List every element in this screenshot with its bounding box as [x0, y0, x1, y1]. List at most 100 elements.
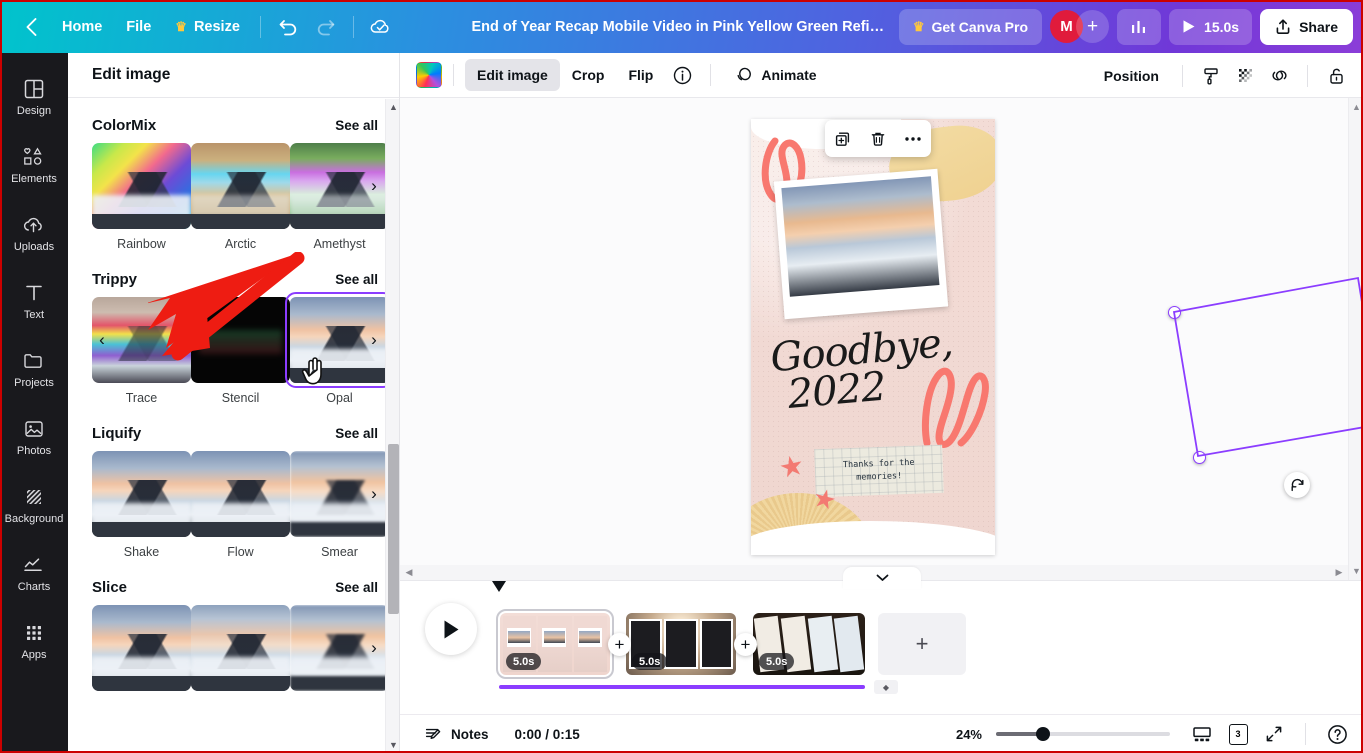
sidebar-item-text[interactable]: Text: [0, 267, 68, 335]
fullscreen-button[interactable]: [1258, 718, 1290, 750]
toolbar-divider-2: [352, 15, 354, 38]
resize-button[interactable]: ♛ Resize: [163, 10, 252, 44]
animate-button[interactable]: Animate: [722, 59, 828, 91]
sidebar-item-uploads[interactable]: Uploads: [0, 199, 68, 267]
filter-card-stencil[interactable]: Stencil: [191, 297, 290, 405]
see-all-colormix[interactable]: See all: [335, 118, 378, 133]
sidebar-item-photos[interactable]: Photos: [0, 403, 68, 471]
timeline-collapse-button[interactable]: [843, 567, 921, 589]
notes-button[interactable]: Notes: [414, 719, 499, 749]
filter-card-rainbow[interactable]: Rainbow: [92, 143, 191, 251]
timeline-progress-bar[interactable]: [499, 685, 865, 689]
get-canva-pro-button[interactable]: ♛ Get Canva Pro: [898, 8, 1043, 45]
see-all-liquify[interactable]: See all: [335, 426, 378, 441]
apps-grid-icon: [27, 625, 41, 640]
undo-button[interactable]: [269, 10, 307, 44]
canvas-vertical-scrollbar[interactable]: ▲ ▼: [1348, 98, 1363, 580]
timeline-scene-2[interactable]: 5.0s: [626, 613, 736, 675]
carousel-next-colormix[interactable]: ›: [362, 174, 386, 198]
canvas-scroll-down-arrow[interactable]: ▼: [1349, 564, 1363, 578]
duplicate-button[interactable]: [829, 125, 857, 153]
filter-card-slice-2[interactable]: [191, 605, 290, 691]
link-button[interactable]: [1262, 60, 1296, 92]
selection-handle-top-left[interactable]: [1168, 306, 1181, 319]
filter-card-shake[interactable]: Shake: [92, 451, 191, 559]
carousel-next-slice[interactable]: ›: [362, 636, 386, 660]
lock-button[interactable]: [1319, 60, 1353, 92]
delete-button[interactable]: [864, 125, 892, 153]
carousel-next-liquify[interactable]: ›: [362, 482, 386, 506]
see-all-slice[interactable]: See all: [335, 580, 378, 595]
sidebar-item-elements[interactable]: Elements: [0, 131, 68, 199]
zoom-slider[interactable]: [996, 727, 1170, 741]
add-collaborator-button[interactable]: +: [1076, 10, 1110, 43]
carousel-next-trippy[interactable]: ›: [362, 328, 386, 352]
filter-card-flow[interactable]: Flow: [191, 451, 290, 559]
panel-scrollbar[interactable]: ▲ ▼: [385, 99, 400, 753]
color-swatch-icon[interactable]: [416, 62, 442, 88]
paint-roller-button[interactable]: [1194, 60, 1228, 92]
share-button[interactable]: Share: [1260, 8, 1353, 45]
help-circle-icon: [1327, 724, 1347, 744]
sidebar-item-design[interactable]: Design: [0, 63, 68, 131]
panel-scroll-body[interactable]: ColorMix See all Rainbow Arctic Amethyst: [68, 99, 400, 753]
carousel-prev-trippy[interactable]: ‹: [90, 328, 114, 352]
sidebar-item-charts[interactable]: Charts: [0, 539, 68, 607]
headline-text[interactable]: Goodbye, 2022: [769, 320, 967, 439]
statusbar-divider: [1305, 723, 1306, 745]
chevron-left-icon: [26, 17, 36, 36]
filter-card-arctic[interactable]: Arctic: [191, 143, 290, 251]
canvas-scroll-up-arrow[interactable]: ▲: [1349, 100, 1363, 114]
play-button[interactable]: [425, 603, 477, 655]
section-header: Slice See all: [92, 569, 400, 605]
canvas-area[interactable]: Goodbye, 2022 Thanks for the memories! ★…: [400, 98, 1363, 580]
transparency-button[interactable]: [1228, 60, 1262, 92]
redo-button[interactable]: [307, 10, 345, 44]
position-button[interactable]: Position: [1092, 60, 1171, 92]
bar-chart-icon: [1132, 20, 1146, 33]
polaroid-photo-frame[interactable]: [773, 168, 949, 320]
sidebar-item-apps[interactable]: Apps: [0, 607, 68, 675]
info-button[interactable]: [665, 59, 699, 91]
insights-button[interactable]: [1117, 8, 1162, 45]
back-button[interactable]: [12, 10, 50, 44]
flip-button[interactable]: Flip: [616, 59, 665, 91]
sidebar-item-background[interactable]: Background: [0, 471, 68, 539]
timeline-resize-handle[interactable]: ◆: [874, 680, 898, 694]
canvas-scroll-right-arrow[interactable]: ▶: [1332, 565, 1346, 580]
see-all-trippy[interactable]: See all: [335, 272, 378, 287]
timeline-scene-1[interactable]: 5.0s: [496, 609, 614, 679]
add-scene-button[interactable]: +: [878, 613, 966, 675]
animate-icon: [737, 67, 752, 81]
text-t-icon: [26, 285, 42, 300]
selection-handle-bottom-left[interactable]: [1193, 451, 1206, 464]
presenter-view-button[interactable]: [1186, 718, 1218, 750]
page-count-button[interactable]: 3: [1222, 718, 1254, 750]
rotate-handle[interactable]: [1284, 472, 1310, 498]
cloud-saved-button[interactable]: [362, 10, 400, 44]
file-menu-button[interactable]: File: [114, 10, 163, 44]
toolbar-divider-1: [259, 15, 261, 38]
timeline-playhead[interactable]: [492, 581, 506, 592]
panel-scroll-thumb[interactable]: [388, 444, 399, 614]
filter-card-slice-1[interactable]: [92, 605, 191, 691]
position-label: Position: [1103, 67, 1159, 84]
canvas-scroll-left-arrow[interactable]: ◀: [402, 565, 416, 580]
sidebar-item-projects[interactable]: Projects: [0, 335, 68, 403]
design-page[interactable]: Goodbye, 2022 Thanks for the memories! ★…: [751, 119, 995, 555]
preview-button[interactable]: 15.0s: [1169, 8, 1253, 45]
zoom-slider-knob[interactable]: [1036, 727, 1050, 741]
section-slice: Slice See all ›: [68, 569, 400, 691]
get-canva-pro-label: Get Canva Pro: [931, 18, 1029, 35]
help-button[interactable]: [1321, 718, 1353, 750]
crop-button[interactable]: Crop: [560, 59, 617, 91]
more-options-button[interactable]: [899, 125, 927, 153]
edit-image-tab[interactable]: Edit image: [465, 59, 560, 91]
home-button[interactable]: Home: [50, 10, 114, 44]
add-scene-between-2-3[interactable]: +: [734, 633, 757, 656]
panel-scroll-up-arrow[interactable]: ▲: [386, 99, 400, 115]
add-scene-between-1-2[interactable]: +: [608, 633, 631, 656]
filter-label: Rainbow: [117, 237, 166, 251]
panel-scroll-down-arrow[interactable]: ▼: [386, 737, 400, 753]
timeline-scene-3[interactable]: 5.0s: [753, 613, 865, 675]
